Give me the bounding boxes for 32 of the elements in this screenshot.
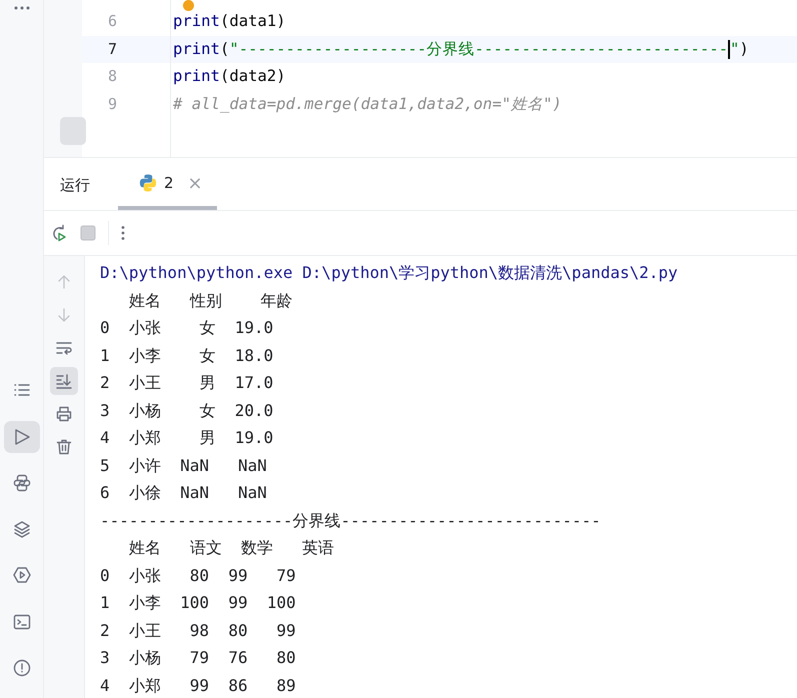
console-output: 姓名 性别 年龄 bbox=[128, 290, 292, 312]
command-line: D:\python\python.exe D:\python\学习python\数据清洗\pandas\2.py bbox=[100, 262, 678, 284]
console-output: 2 小王 男 17.0 bbox=[100, 372, 274, 394]
console-output: 3 小杨 79 76 80 bbox=[100, 647, 296, 669]
console-output: 1 小李 女 18.0 bbox=[100, 344, 274, 366]
console-output: 2 小王 98 80 99 bbox=[100, 620, 296, 642]
console-output: 3 小杨 女 20.0 bbox=[100, 400, 274, 422]
hint-dot-icon[interactable] bbox=[183, 0, 194, 11]
code-line: # all_data=pd.merge(data1,data2,on="姓名") bbox=[173, 94, 562, 112]
line-number: 6 bbox=[108, 12, 117, 30]
scroll-to-end-icon[interactable] bbox=[50, 367, 78, 395]
panel-title: 运行 bbox=[60, 176, 90, 194]
more-icon[interactable] bbox=[121, 225, 125, 241]
console-output: --------------------分界线--------------------------- bbox=[100, 510, 601, 532]
run-tab[interactable]: 2 × bbox=[118, 160, 217, 210]
console-output: 0 小张 女 19.0 bbox=[100, 317, 274, 339]
gutter-marker bbox=[60, 117, 86, 145]
console-output: 1 小李 100 99 100 bbox=[100, 592, 296, 614]
console-output: 姓名 语文 数学 英语 bbox=[128, 537, 334, 559]
line-number: 9 bbox=[108, 94, 117, 112]
console-output: 4 小郑 99 86 89 bbox=[100, 674, 296, 696]
line-number: 7 bbox=[108, 40, 117, 58]
code-line: print("--------------------分界线---------------------------") bbox=[173, 40, 749, 58]
console-output: 6 小徐 NaN NaN bbox=[100, 482, 267, 504]
code-line: print(data2) bbox=[173, 67, 286, 85]
run-icon[interactable] bbox=[4, 420, 40, 453]
console-output: 5 小许 NaN NaN bbox=[100, 454, 267, 476]
console-output: 4 小郑 男 19.0 bbox=[100, 427, 274, 449]
line-number: 8 bbox=[108, 67, 117, 85]
code-line: print(data1) bbox=[173, 12, 286, 30]
console-output: 0 小张 80 99 79 bbox=[100, 564, 296, 586]
python-logo-icon bbox=[138, 173, 158, 193]
